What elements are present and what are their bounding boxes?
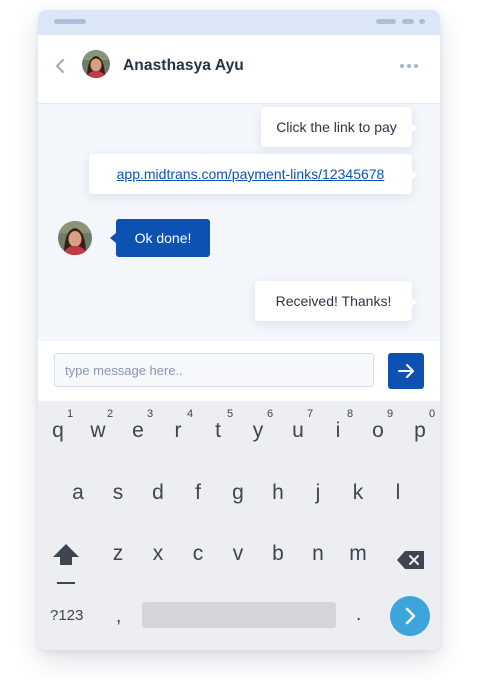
message-text: Ok done! xyxy=(134,230,192,246)
status-bar xyxy=(38,10,440,35)
key-label: a xyxy=(72,481,84,504)
key-label: k xyxy=(352,481,364,504)
key-k[interactable]: k xyxy=(338,481,378,521)
key-label: l xyxy=(395,481,401,504)
key-v[interactable]: v xyxy=(218,542,258,582)
key-w[interactable]: 2 w xyxy=(78,401,118,455)
key-s[interactable]: s xyxy=(98,481,138,521)
contact-avatar-message xyxy=(58,221,92,255)
chat-header: Anasthasya Ayu xyxy=(38,35,440,104)
key-g[interactable]: g xyxy=(218,481,258,521)
key-o[interactable]: 9 o xyxy=(358,401,398,455)
arrow-right-icon xyxy=(398,364,414,378)
key-label: b xyxy=(272,542,284,565)
enter-key[interactable] xyxy=(390,596,430,636)
key-i[interactable]: 8 i xyxy=(318,401,358,455)
key-t[interactable]: 5 t xyxy=(198,401,238,455)
payment-link[interactable]: app.midtrans.com/payment-links/12345678 xyxy=(117,166,385,182)
chevron-right-icon xyxy=(405,607,416,625)
backspace-key[interactable] xyxy=(396,549,426,571)
key-label: j xyxy=(315,481,321,504)
message-input[interactable] xyxy=(54,353,374,387)
back-chevron-icon[interactable] xyxy=(50,55,72,77)
key-label: g xyxy=(232,481,244,504)
comma-key[interactable]: , xyxy=(116,606,121,628)
key-label: w xyxy=(90,419,106,442)
key-l[interactable]: l xyxy=(378,481,418,521)
key-m[interactable]: m xyxy=(338,542,378,582)
shift-arrow-icon xyxy=(53,544,79,584)
phone-frame: Anasthasya Ayu Click the link to pay app… xyxy=(38,10,440,650)
key-label: e xyxy=(132,419,144,442)
status-bar-left-indicator xyxy=(54,19,86,24)
key-a[interactable]: a xyxy=(58,481,98,521)
wifi-indicator xyxy=(402,19,414,24)
key-label: p xyxy=(414,419,426,442)
key-c[interactable]: c xyxy=(178,542,218,582)
battery-indicator xyxy=(419,19,425,24)
key-d[interactable]: d xyxy=(138,481,178,521)
backspace-icon xyxy=(397,551,424,569)
message-bubble-link: app.midtrans.com/payment-links/12345678 xyxy=(89,154,417,194)
contact-name: Anasthasya Ayu xyxy=(123,57,244,74)
key-label: t xyxy=(215,419,221,442)
key-label: m xyxy=(349,542,367,565)
key-label: i xyxy=(335,419,341,442)
virtual-keyboard: 1 q 2 w 3 e 4 r 5 t 6 y 7 u 8 i 9 o 0 p … xyxy=(38,401,440,650)
key-label: f xyxy=(195,481,201,504)
key-label: d xyxy=(152,481,164,504)
symbols-key[interactable]: ?123 xyxy=(50,607,83,624)
key-n[interactable]: n xyxy=(298,542,338,582)
message-bubble-incoming: Ok done! xyxy=(110,219,210,257)
key-label: u xyxy=(292,419,304,442)
more-options-icon[interactable] xyxy=(400,61,420,71)
key-label: o xyxy=(372,419,384,442)
key-z[interactable]: z xyxy=(98,542,138,582)
key-e[interactable]: 3 e xyxy=(118,401,158,455)
key-label: r xyxy=(174,419,182,442)
key-label: n xyxy=(312,542,324,565)
key-label: x xyxy=(152,542,164,565)
message-text: Click the link to pay xyxy=(276,119,397,135)
key-label: v xyxy=(232,542,244,565)
space-bar[interactable] xyxy=(142,602,336,628)
send-button[interactable] xyxy=(388,353,424,389)
key-label: q xyxy=(52,419,64,442)
key-p[interactable]: 0 p xyxy=(400,401,440,455)
key-f[interactable]: f xyxy=(178,481,218,521)
message-text: Received! Thanks! xyxy=(275,293,392,309)
key-r[interactable]: 4 r xyxy=(158,401,198,455)
key-u[interactable]: 7 u xyxy=(278,401,318,455)
key-label: c xyxy=(192,542,204,565)
message-composer xyxy=(38,341,440,401)
key-y[interactable]: 6 y xyxy=(238,401,278,455)
signal-indicator xyxy=(376,19,396,24)
key-x[interactable]: x xyxy=(138,542,178,582)
key-h[interactable]: h xyxy=(258,481,298,521)
key-label: h xyxy=(272,481,284,504)
key-label: s xyxy=(112,481,124,504)
shift-key[interactable] xyxy=(50,539,82,589)
period-key[interactable]: . xyxy=(356,604,361,626)
key-label: z xyxy=(112,542,124,565)
message-bubble-outgoing: Click the link to pay xyxy=(261,107,417,147)
key-j[interactable]: j xyxy=(298,481,338,521)
key-b[interactable]: b xyxy=(258,542,298,582)
message-bubble-outgoing: Received! Thanks! xyxy=(255,281,417,321)
key-q[interactable]: 1 q xyxy=(38,401,78,455)
contact-avatar[interactable] xyxy=(82,50,110,78)
key-label: y xyxy=(252,419,264,442)
